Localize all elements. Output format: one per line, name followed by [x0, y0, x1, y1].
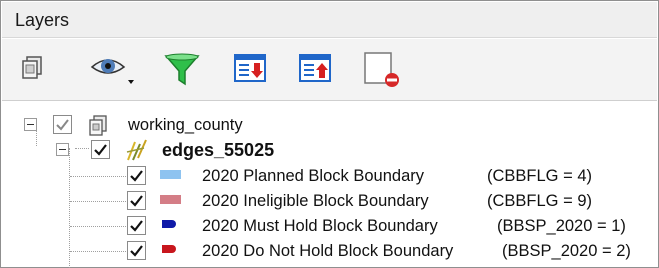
add-group-icon — [22, 56, 42, 79]
legend-checkbox[interactable] — [127, 191, 146, 210]
legend-item[interactable]: 2020 Do Not Hold Block Boundary (BBSP_20… — [2, 239, 642, 265]
tree-guide — [70, 176, 128, 177]
collapse-toggle[interactable] — [56, 143, 69, 156]
collapse-all-icon — [299, 54, 331, 82]
collapse-toggle[interactable] — [24, 118, 37, 131]
line-layer-icon — [124, 138, 150, 167]
layers-panel: Layers working_county edges_55025 2020 P… — [0, 0, 659, 268]
panel-title: Layers — [15, 10, 70, 30]
manage-visibility-icon — [90, 59, 134, 84]
legend-checkbox[interactable] — [127, 241, 146, 260]
legend-item[interactable]: 2020 Must Hold Block Boundary (BBSP_2020… — [2, 214, 642, 240]
checkmark-icon — [94, 144, 107, 156]
layers-toolbar — [2, 39, 657, 101]
layer-tree: working_county edges_55025 2020 Planned … — [2, 102, 657, 268]
legend-item[interactable]: 2020 Ineligible Block Boundary (CBBFLG =… — [2, 189, 642, 215]
legend-expression: (CBBFLG = 4) — [487, 167, 592, 185]
checkmark-icon — [130, 195, 143, 207]
manage-visibility-button[interactable] — [88, 49, 138, 89]
expand-all-button[interactable] — [230, 49, 270, 89]
legend-swatch — [160, 195, 181, 204]
tree-guide — [70, 226, 128, 227]
tree-guide — [70, 201, 128, 202]
legend-swatch — [160, 170, 181, 179]
group-icon — [86, 114, 110, 141]
legend-checkbox[interactable] — [127, 216, 146, 235]
legend-swatch — [162, 245, 176, 253]
add-group-button[interactable] — [13, 49, 53, 89]
collapse-all-button[interactable] — [295, 49, 335, 89]
tree-row-group[interactable]: working_county — [2, 113, 642, 139]
legend-label: 2020 Planned Block Boundary — [202, 167, 424, 185]
panel-titlebar: Layers — [2, 2, 657, 38]
layer-visibility-checkbox[interactable] — [91, 140, 110, 159]
checkmark-icon — [130, 220, 143, 232]
legend-item[interactable]: 2020 Planned Block Boundary (CBBFLG = 4) — [2, 164, 642, 190]
filter-legend-icon — [164, 53, 200, 86]
legend-swatch — [162, 220, 176, 228]
legend-label: 2020 Must Hold Block Boundary — [202, 217, 438, 235]
legend-expression: (CBBFLG = 9) — [487, 192, 592, 210]
filter-legend-button[interactable] — [162, 49, 202, 89]
group-name: working_county — [128, 116, 243, 134]
tree-row-layer[interactable]: edges_55025 — [2, 138, 642, 164]
group-visibility-checkbox[interactable] — [53, 115, 72, 134]
remove-layer-button[interactable] — [361, 49, 401, 89]
checkmark-icon — [56, 119, 69, 131]
remove-layer-icon — [364, 52, 399, 87]
expand-all-icon — [234, 54, 266, 82]
layer-name: edges_55025 — [162, 140, 275, 160]
checkmark-icon — [130, 170, 143, 182]
legend-expression: (BBSP_2020 = 1) — [497, 217, 626, 235]
legend-checkbox[interactable] — [127, 166, 146, 185]
legend-label: 2020 Do Not Hold Block Boundary — [202, 242, 454, 260]
checkmark-icon — [130, 245, 143, 257]
legend-expression: (BBSP_2020 = 2) — [502, 242, 631, 260]
tree-guide — [70, 251, 128, 252]
legend-label: 2020 Ineligible Block Boundary — [202, 192, 429, 210]
